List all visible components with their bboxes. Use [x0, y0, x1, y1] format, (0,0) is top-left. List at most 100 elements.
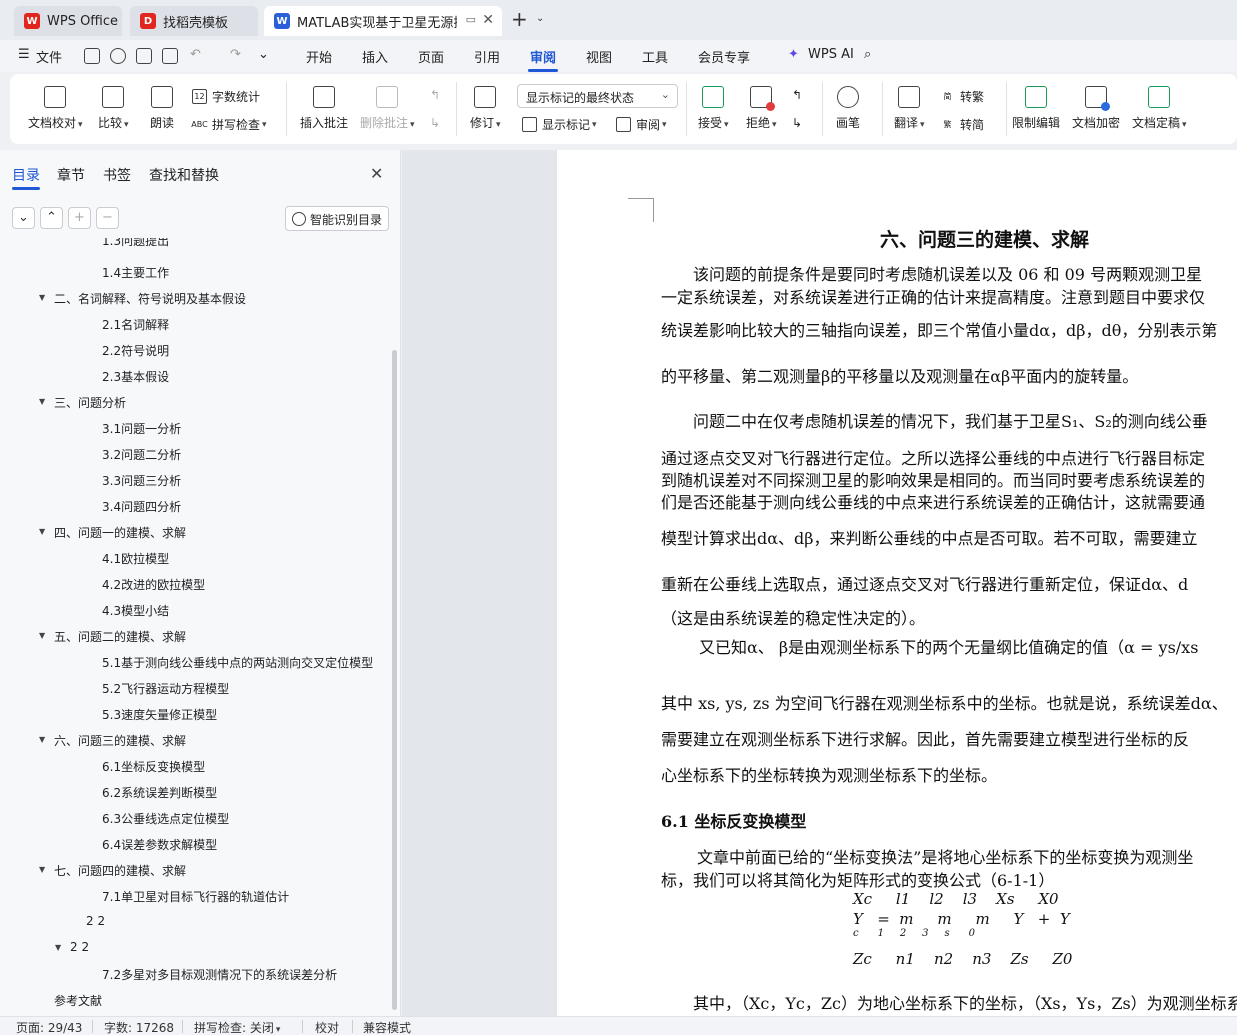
- toc-item[interactable]: 5.2飞行器运动方程模型: [102, 680, 229, 697]
- quick-access-more-icon[interactable]: ⌄: [258, 47, 269, 62]
- compare-button[interactable]: 比较 ▾: [98, 86, 129, 131]
- print-icon[interactable]: [136, 48, 152, 64]
- menu-tools[interactable]: 工具: [642, 47, 668, 66]
- page-indicator[interactable]: 页面: 29/43: [16, 1019, 82, 1035]
- undo-icon[interactable]: ↶: [190, 47, 201, 62]
- close-tab-icon[interactable]: ✕: [482, 12, 494, 28]
- markup-state-select[interactable]: 显示标记的最终状态 ⌄: [517, 84, 678, 108]
- sidebar-scrollbar[interactable]: [392, 350, 397, 1010]
- menu-file[interactable]: 文件: [36, 47, 62, 66]
- toc-item[interactable]: 7.2多星对多目标观测情况下的系统误差分析: [102, 966, 337, 983]
- toc-item[interactable]: 2.1名词解释: [102, 316, 169, 333]
- toc-item[interactable]: 3.1问题一分析: [102, 420, 181, 437]
- toc-item[interactable]: 3.3问题三分析: [102, 472, 181, 489]
- add-heading-icon[interactable]: +: [68, 207, 91, 229]
- menu-member[interactable]: 会员专享: [698, 47, 750, 66]
- toc-item[interactable]: 7.1单卫星对目标飞行器的轨道估计: [102, 888, 289, 905]
- toc-item[interactable]: ▼ 六、问题三的建模、求解: [39, 732, 186, 749]
- sidebar-tab-find-replace[interactable]: 查找和替换: [149, 165, 219, 185]
- save-icon[interactable]: [84, 48, 100, 64]
- redo-icon[interactable]: ↷: [230, 47, 241, 62]
- monitor-icon[interactable]: ▭: [466, 13, 476, 26]
- document-page[interactable]: 六、问题三的建模、求解 该问题的前提条件是要同时考虑随机误差以及 06 和 09…: [557, 150, 1237, 1016]
- read-aloud-button[interactable]: 朗读: [150, 86, 174, 131]
- prev-change-icon[interactable]: ↰: [792, 88, 802, 102]
- toc-item[interactable]: 3.2问题二分析: [102, 446, 181, 463]
- sidebar-tab-bookmark[interactable]: 书签: [103, 165, 131, 185]
- sidebar-tab-toc[interactable]: 目录: [12, 165, 40, 185]
- close-pane-icon[interactable]: ✕: [370, 164, 383, 183]
- tab-docer[interactable]: D 找稻壳模板: [130, 6, 258, 36]
- delete-comment-button[interactable]: 删除批注 ▾: [360, 86, 415, 131]
- insert-comment-button[interactable]: 插入批注: [300, 86, 348, 131]
- toc-item[interactable]: 2 2: [86, 914, 105, 928]
- doc-check-button[interactable]: 文档校对 ▾: [28, 86, 83, 131]
- menu-insert[interactable]: 插入: [362, 47, 388, 66]
- spell-check-button[interactable]: ABC 拼写检查 ▾: [191, 116, 266, 133]
- expand-triangle-icon[interactable]: ▼: [39, 631, 45, 640]
- toc-item[interactable]: 6.1坐标反变换模型: [102, 758, 205, 775]
- toc-item[interactable]: 参考文献: [54, 992, 102, 1009]
- smart-toc-button[interactable]: 智能识别目录: [285, 206, 389, 231]
- chevron-down-icon[interactable]: ⌄: [536, 13, 544, 24]
- toc-item[interactable]: ▼ 五、问题二的建模、求解: [39, 628, 186, 645]
- menu-view[interactable]: 视图: [586, 47, 612, 66]
- finalize-button[interactable]: 文档定稿 ▾: [1132, 86, 1187, 131]
- toc-item[interactable]: 2.2符号说明: [102, 342, 169, 359]
- show-markup-button[interactable]: 显示标记 ▾: [522, 116, 597, 133]
- to-traditional-button[interactable]: 简 转繁: [940, 88, 985, 105]
- next-comment-icon[interactable]: ↳: [430, 116, 440, 130]
- toc-item[interactable]: 4.1欧拉模型: [102, 550, 169, 567]
- toc-item[interactable]: 1.3问题提出: [102, 238, 169, 249]
- print-preview-icon[interactable]: [162, 48, 178, 64]
- toc-item[interactable]: ▼ 三、问题分析: [39, 394, 126, 411]
- expand-triangle-icon[interactable]: ▼: [39, 397, 45, 406]
- encrypt-button[interactable]: 文档加密: [1072, 86, 1120, 131]
- accept-button[interactable]: 接受 ▾: [698, 86, 729, 131]
- search-icon[interactable]: ⌕: [864, 47, 871, 62]
- menu-page[interactable]: 页面: [418, 47, 444, 66]
- word-count-indicator[interactable]: 字数: 17268: [104, 1019, 174, 1035]
- toc-item[interactable]: 6.3公垂线选点定位模型: [102, 810, 229, 827]
- toc-item[interactable]: 6.4误差参数求解模型: [102, 836, 217, 853]
- word-count-button[interactable]: 12 字数统计: [192, 88, 260, 105]
- sidebar-tab-chapter[interactable]: 章节: [57, 165, 85, 185]
- prev-comment-icon[interactable]: ↰: [430, 88, 440, 102]
- tab-document[interactable]: W MATLAB实现基于卫星无源探 ▭ ✕: [264, 6, 502, 36]
- menu-reference[interactable]: 引用: [474, 47, 500, 66]
- hamburger-icon[interactable]: ☰: [18, 47, 30, 62]
- menu-review[interactable]: 审阅: [530, 47, 556, 66]
- reject-button[interactable]: 拒绝 ▾: [746, 86, 777, 131]
- menu-start[interactable]: 开始: [306, 47, 332, 66]
- to-simplified-button[interactable]: 繁 转简: [940, 116, 985, 133]
- toc-item[interactable]: 5.3速度矢量修正模型: [102, 706, 217, 723]
- toc-item[interactable]: 2.3基本假设: [102, 368, 169, 385]
- toc-item[interactable]: 6.2系统误差判断模型: [102, 784, 217, 801]
- tab-wps-office[interactable]: W WPS Office: [14, 6, 122, 36]
- toc-item[interactable]: ▼ 2 2: [55, 940, 89, 954]
- toc-item[interactable]: 4.3模型小结: [102, 602, 169, 619]
- spell-check-status[interactable]: 拼写检查: 关闭 ▾: [194, 1019, 280, 1035]
- toc-item[interactable]: 4.2改进的欧拉模型: [102, 576, 205, 593]
- toc-item[interactable]: 3.4问题四分析: [102, 498, 181, 515]
- next-change-icon[interactable]: ↳: [792, 116, 802, 130]
- toc-item[interactable]: 5.1基于测向线公垂线中点的两站测向交叉定位模型: [102, 654, 373, 671]
- toc-item[interactable]: ▼ 二、名词解释、符号说明及基本假设: [39, 290, 246, 307]
- translate-button[interactable]: 翻译 ▾: [894, 86, 925, 131]
- review-pane-button[interactable]: 审阅 ▾: [616, 116, 667, 133]
- expand-down-icon[interactable]: ⌄: [12, 207, 35, 229]
- remove-heading-icon[interactable]: −: [96, 207, 119, 229]
- new-tab-icon[interactable]: +: [511, 9, 528, 29]
- expand-triangle-icon[interactable]: ▼: [39, 735, 45, 744]
- toc-item[interactable]: ▼ 七、问题四的建模、求解: [39, 862, 186, 879]
- collapse-up-icon[interactable]: ⌃: [40, 207, 63, 229]
- toc-item[interactable]: ▼ 四、问题一的建模、求解: [39, 524, 186, 541]
- expand-triangle-icon[interactable]: ▼: [55, 943, 61, 952]
- revise-button[interactable]: 修订 ▾: [470, 86, 501, 131]
- proof-status[interactable]: 校对: [315, 1019, 339, 1035]
- menu-wps-ai[interactable]: WPS AI: [808, 47, 854, 62]
- expand-triangle-icon[interactable]: ▼: [39, 527, 45, 536]
- restrict-edit-button[interactable]: 限制编辑: [1012, 86, 1060, 131]
- expand-triangle-icon[interactable]: ▼: [39, 865, 45, 874]
- share-icon[interactable]: [110, 48, 126, 64]
